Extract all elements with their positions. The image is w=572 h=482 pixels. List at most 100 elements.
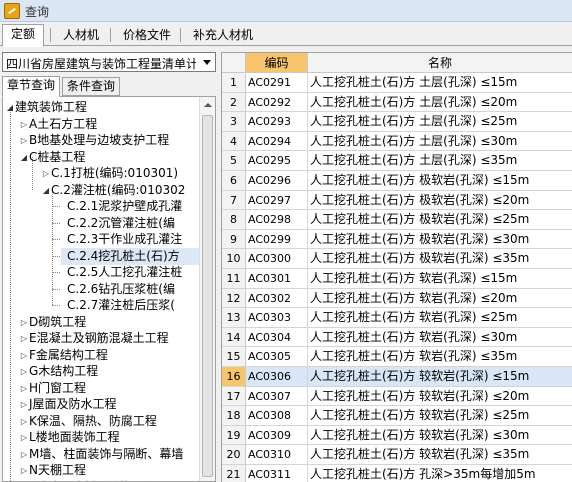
tree-connector [52,272,60,273]
collapsed-arrow-icon[interactable]: ▷ [19,446,29,463]
tree-scrollbar[interactable] [199,97,215,481]
tree-node[interactable]: C.2.6钻孔压浆桩(编 [61,281,215,298]
tree-node[interactable]: ◢ C.2灌注桩(编码:010302 [41,182,215,199]
expanded-arrow-icon[interactable]: ◢ [5,99,15,116]
tree-node[interactable]: ▷ A土石方工程 [19,116,215,133]
row-number-cell: 15 [222,347,246,367]
tree-node[interactable]: ▷ D砌筑工程 [19,314,215,331]
tree-node[interactable]: ▷ M墙、柱面装饰与隔断、幕墙 [19,446,215,463]
tree-node[interactable]: ▷ L楼地面装饰工程 [19,429,215,446]
code-cell: AC0309 [246,425,308,446]
table-row[interactable]: 9 AC0299 人工挖孔桩土(石)方 极软岩(孔深) ≤30m [222,229,572,250]
name-cell: 人工挖孔桩土(石)方 较软岩(孔深) ≤35m [308,445,572,465]
code-cell: AC0308 [246,406,308,426]
tree-node[interactable]: C.2.2沉管灌注桩(编 [61,215,215,232]
name-column-header[interactable]: 名称 [308,53,572,73]
collapsed-arrow-icon[interactable]: ▷ [19,347,29,364]
tree-node[interactable]: ▷ F金属结构工程 [19,347,215,364]
row-number-cell: 18 [222,406,246,426]
collapsed-arrow-icon[interactable]: ▷ [19,413,29,430]
tree-node[interactable]: C.2.1泥浆护壁成孔灌 [61,198,215,215]
tree-node-label: G木结构工程 [29,364,99,378]
table-row[interactable]: 14 AC0304 人工挖孔桩土(石)方 软岩(孔深) ≤30m [222,327,572,348]
code-cell: AC0299 [246,229,308,250]
collapsed-arrow-icon[interactable]: ▷ [19,462,29,479]
tree-node[interactable]: ▷ K保温、隔热、防腐工程 [19,413,215,430]
table-row[interactable]: 15 AC0305 人工挖孔桩土(石)方 软岩(孔深) ≤35m [222,347,572,367]
table-row[interactable]: 19 AC0309 人工挖孔桩土(石)方 较软岩(孔深) ≤30m [222,425,572,446]
tree-node[interactable]: ▷ J屋面及防水工程 [19,396,215,413]
tree-node[interactable]: ▷ C.1打桩(编码:010301) [41,165,215,182]
collapsed-arrow-icon[interactable]: ▷ [19,314,29,331]
table-row[interactable]: 17 AC0307 人工挖孔桩土(石)方 较软岩(孔深) ≤20m [222,386,572,407]
quota-library-value: 四川省房屋建筑与装饰工程量清单计 [6,57,196,71]
row-number-cell: 11 [222,269,246,289]
name-cell: 人工挖孔桩土(石)方 软岩(孔深) ≤35m [308,347,572,367]
tree-node[interactable]: ◢ C桩基工程 [19,149,215,166]
tab-materials[interactable]: 人材机 [54,25,108,46]
collapsed-arrow-icon[interactable]: ▷ [41,165,51,182]
collapsed-arrow-icon[interactable]: ▷ [19,380,29,397]
table-row[interactable]: 18 AC0308 人工挖孔桩土(石)方 较软岩(孔深) ≤25m [222,406,572,426]
table-row[interactable]: 3 AC0293 人工挖孔桩土(石)方 土层(孔深) ≤25m [222,112,572,132]
tree-node[interactable]: ▷ B地基处理与边坡支护工程 [19,132,215,149]
collapsed-arrow-icon[interactable]: ▷ [19,479,29,482]
expanded-arrow-icon[interactable]: ◢ [41,182,51,199]
code-cell: AC0304 [246,327,308,348]
tree-node-label: C桩基工程 [29,149,86,164]
tree-node[interactable]: C.2.7灌注桩后压浆( [61,297,215,314]
tab-quota[interactable]: 定额 [2,24,45,47]
tree-node-label: N天棚工程 [29,463,86,477]
collapsed-arrow-icon[interactable]: ▷ [19,116,29,133]
collapsed-arrow-icon[interactable]: ▷ [19,330,29,347]
table-row[interactable]: 8 AC0298 人工挖孔桩土(石)方 极软岩(孔深) ≤25m [222,210,572,230]
name-cell: 人工挖孔桩土(石)方 极软岩(孔深) ≤20m [308,191,572,211]
table-row[interactable]: 21 AC0311 人工挖孔桩土(石)方 孔深>35m每增加5m [222,465,572,482]
tree-node[interactable]: ▷ N天棚工程 [19,462,215,479]
row-number-cell: 21 [222,465,246,482]
code-cell: AC0300 [246,249,308,269]
tree-node[interactable]: ▷ H门窗工程 [19,380,215,397]
quota-library-select[interactable]: 四川省房屋建筑与装饰工程量清单计 [2,52,216,72]
table-row[interactable]: 4 AC0294 人工挖孔桩土(石)方 土层(孔深) ≤30m [222,131,572,152]
table-row[interactable]: 11 AC0301 人工挖孔桩土(石)方 软岩(孔深) ≤15m [222,269,572,289]
expanded-arrow-icon[interactable]: ◢ [19,149,29,166]
title-bar: 查询 [0,0,572,22]
tree-node[interactable]: ◢ 建筑装饰工程 [5,99,201,116]
table-row[interactable]: 5 AC0295 人工挖孔桩土(石)方 土层(孔深) ≤35m [222,151,572,171]
collapsed-arrow-icon[interactable]: ▷ [19,429,29,446]
collapsed-arrow-icon[interactable]: ▷ [19,132,29,149]
collapsed-arrow-icon[interactable]: ▷ [19,396,29,413]
row-number-cell: 14 [222,327,246,348]
table-row[interactable]: 20 AC0310 人工挖孔桩土(石)方 较软岩(孔深) ≤35m [222,445,572,465]
table-row[interactable]: 10 AC0300 人工挖孔桩土(石)方 极软岩(孔深) ≤35m [222,249,572,269]
table-row[interactable]: 1 AC0291 人工挖孔桩土(石)方 土层(孔深) ≤15m [222,73,572,93]
collapsed-arrow-icon[interactable]: ▷ [19,363,29,380]
tree-node[interactable]: ▷P油漆、涂料、裱糊工程 [19,479,215,482]
code-column-header[interactable]: 编码 [246,53,308,73]
scroll-up-arrow-icon[interactable] [200,97,215,113]
tree-node-label: F金属结构工程 [29,347,108,362]
tab-condition-query[interactable]: 条件查询 [62,77,121,96]
scrollbar-thumb[interactable] [202,115,213,477]
tree-node[interactable]: C.2.3干作业成孔灌注 [61,231,215,248]
table-row[interactable]: 7 AC0297 人工挖孔桩土(石)方 极软岩(孔深) ≤20m [222,190,572,211]
tab-price-file[interactable]: 价格文件 [114,25,180,46]
tab-chapter-query[interactable]: 章节查询 [2,76,61,97]
chevron-down-icon[interactable] [203,60,211,65]
table-row[interactable]: 13 AC0303 人工挖孔桩土(石)方 软岩(孔深) ≤25m [222,308,572,328]
table-row[interactable]: 12 AC0302 人工挖孔桩土(石)方 软岩(孔深) ≤20m [222,288,572,309]
tree-node[interactable]: ▷ G木结构工程 [19,363,215,380]
tree-node[interactable]: C.2.4挖孔桩土(石)方 [61,247,215,265]
table-row[interactable]: 6 AC0296 人工挖孔桩土(石)方 极软岩(孔深) ≤15m [222,171,572,191]
row-number-cell: 2 [222,92,246,113]
tree-node[interactable]: ▷ E混凝土及钢筋混凝土工程 [19,330,215,347]
window-title: 查询 [25,5,50,19]
name-cell: 人工挖孔桩土(石)方 软岩(孔深) ≤25m [308,308,572,328]
tab-supplement-materials[interactable]: 补充人材机 [184,25,262,46]
tree-node-label: L楼地面装饰工程 [29,430,120,444]
name-cell: 人工挖孔桩土(石)方 较软岩(孔深) ≤25m [308,406,572,426]
tree-node[interactable]: C.2.5人工挖孔灌注桩 [61,264,215,281]
table-row[interactable]: 2 AC0292 人工挖孔桩土(石)方 土层(孔深) ≤20m [222,92,572,113]
table-row[interactable]: 16 AC0306 人工挖孔桩土(石)方 较软岩(孔深) ≤15m [222,367,572,387]
